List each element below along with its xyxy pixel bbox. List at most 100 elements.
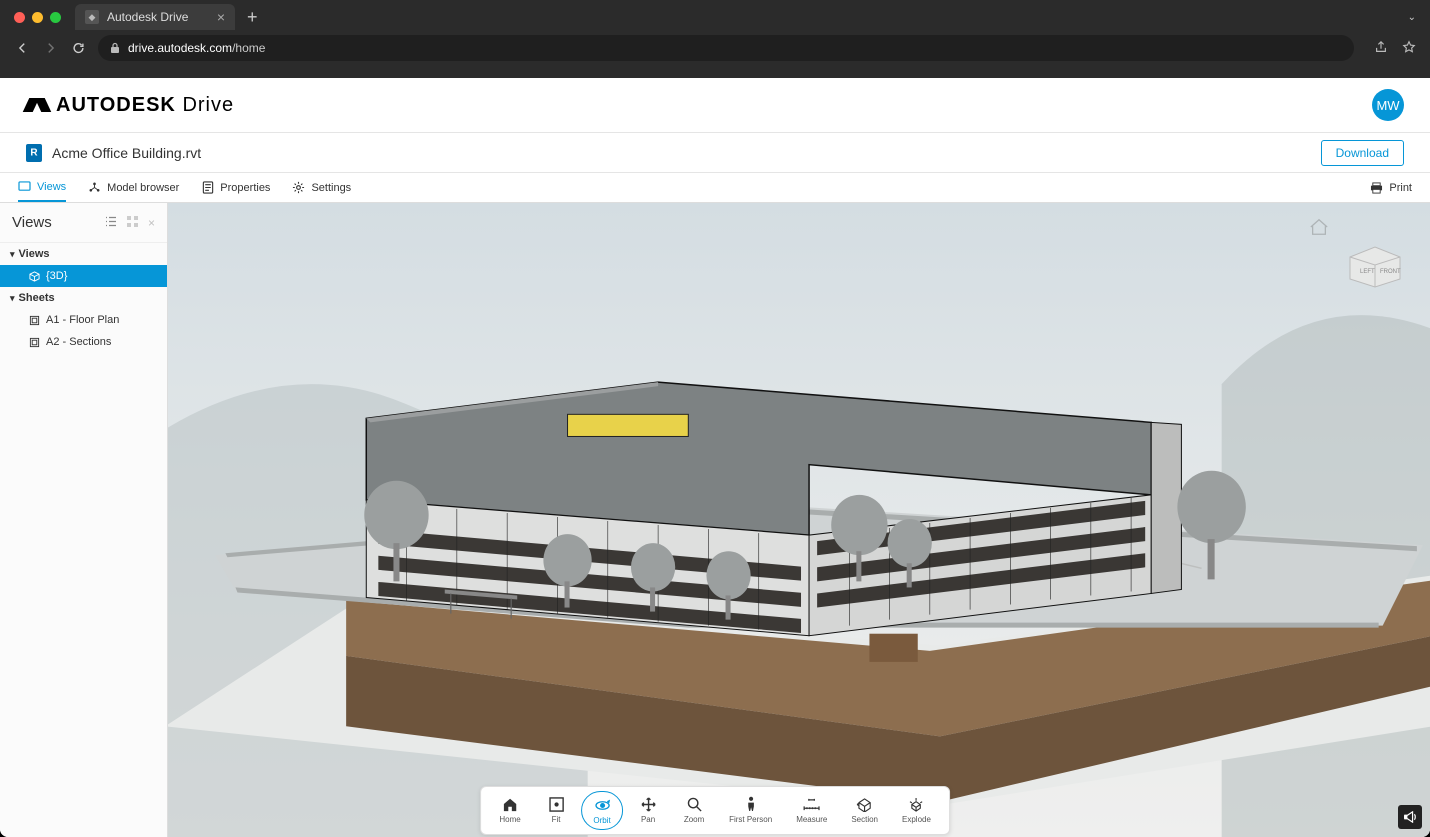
tool-first-person[interactable]: First Person xyxy=(719,791,782,830)
favicon-icon: ◆ xyxy=(85,10,99,24)
tree-group-sheets[interactable]: ▾ Sheets xyxy=(0,287,167,309)
svg-text:LEFT: LEFT xyxy=(1360,269,1375,275)
tab-properties-label: Properties xyxy=(220,182,270,194)
svg-text:FRONT: FRONT xyxy=(1380,269,1401,275)
person-icon xyxy=(742,795,760,813)
brand-text: AUTODESK Drive xyxy=(56,94,234,117)
cube-icon xyxy=(28,270,40,282)
tab-settings-label: Settings xyxy=(311,182,351,194)
minimize-window-button[interactable] xyxy=(32,12,43,23)
bottom-toolbar: Home Fit Orbit Pan Zoom First Person xyxy=(480,786,950,835)
measure-icon xyxy=(803,795,821,813)
new-tab-button[interactable]: + xyxy=(247,7,258,28)
tool-section-label: Section xyxy=(851,815,878,824)
close-window-button[interactable] xyxy=(14,12,25,23)
tree-group-views-label: Views xyxy=(19,248,50,260)
tool-pan[interactable]: Pan xyxy=(627,791,669,830)
avatar[interactable]: MW xyxy=(1372,89,1404,121)
sidebar-header: Views × xyxy=(0,203,167,243)
pan-icon xyxy=(639,795,657,813)
gear-icon xyxy=(292,181,305,194)
tab-settings[interactable]: Settings xyxy=(292,173,351,202)
tool-pan-label: Pan xyxy=(641,815,655,824)
tool-home[interactable]: Home xyxy=(489,791,531,830)
caret-down-icon: ▾ xyxy=(10,249,15,260)
tab-print-label: Print xyxy=(1389,182,1412,194)
tool-fit-label: Fit xyxy=(552,815,561,824)
tab-print[interactable]: Print xyxy=(1370,173,1412,202)
views-icon xyxy=(18,180,31,193)
browser-tab-title: Autodesk Drive xyxy=(107,10,188,24)
brand[interactable]: AUTODESK Drive xyxy=(26,94,234,117)
model-browser-icon xyxy=(88,181,101,194)
fit-icon xyxy=(547,795,565,813)
sheet-icon xyxy=(28,314,40,326)
tree-item-a1[interactable]: A1 - Floor Plan xyxy=(0,309,167,331)
bookmark-icon[interactable] xyxy=(1402,40,1416,57)
close-sidebar-icon[interactable]: × xyxy=(148,216,155,230)
address-bar-actions xyxy=(1374,40,1416,57)
tab-properties[interactable]: Properties xyxy=(201,173,270,202)
tool-measure-label: Measure xyxy=(796,815,827,824)
tree-group-sheets-label: Sheets xyxy=(19,292,55,304)
tab-model-browser[interactable]: Model browser xyxy=(88,173,179,202)
tool-zoom[interactable]: Zoom xyxy=(673,791,715,830)
tool-orbit-label: Orbit xyxy=(593,816,610,825)
viewcube-home-icon[interactable] xyxy=(1308,217,1330,240)
lock-icon xyxy=(110,42,120,54)
tool-home-label: Home xyxy=(499,815,520,824)
tree-item-3d-label: {3D} xyxy=(46,270,67,282)
sidebar: Views × ▾ Views {3D} ▾ Sheets xyxy=(0,203,168,837)
tool-measure[interactable]: Measure xyxy=(786,791,837,830)
tab-close-icon[interactable]: × xyxy=(217,9,225,25)
back-button[interactable] xyxy=(14,41,30,55)
scene-illustration xyxy=(168,203,1430,837)
reload-button[interactable] xyxy=(70,41,86,55)
tool-section[interactable]: Section xyxy=(841,791,888,830)
home-icon xyxy=(501,795,519,813)
print-icon xyxy=(1370,181,1383,194)
browser-tab[interactable]: ◆ Autodesk Drive × xyxy=(75,4,235,30)
sidebar-title: Views xyxy=(12,214,52,231)
orbit-icon xyxy=(593,796,611,814)
tree-group-views[interactable]: ▾ Views xyxy=(0,243,167,265)
list-view-icon[interactable] xyxy=(105,216,117,230)
toolbar-tabs: Views Model browser Properties Settings … xyxy=(0,173,1430,203)
zoom-icon xyxy=(685,795,703,813)
viewport-3d[interactable]: LEFT FRONT xyxy=(168,203,1430,837)
revit-file-icon xyxy=(26,144,42,162)
caret-down-icon: ▾ xyxy=(10,293,15,304)
window-controls xyxy=(14,12,61,23)
tool-orbit[interactable]: Orbit xyxy=(581,791,623,830)
download-button[interactable]: Download xyxy=(1321,140,1404,166)
viewcube[interactable]: LEFT FRONT xyxy=(1340,239,1410,289)
tool-fit[interactable]: Fit xyxy=(535,791,577,830)
grid-view-icon[interactable] xyxy=(127,216,138,230)
tool-explode[interactable]: Explode xyxy=(892,791,941,830)
browser-chrome: ◆ Autodesk Drive × + ⌄ drive.autodesk.co… xyxy=(0,0,1430,78)
app: AUTODESK Drive MW Acme Office Building.r… xyxy=(0,78,1430,837)
file-bar: Acme Office Building.rvt Download xyxy=(0,133,1430,173)
forward-button[interactable] xyxy=(42,41,58,55)
tool-explode-label: Explode xyxy=(902,815,931,824)
explode-icon xyxy=(907,795,925,813)
share-icon[interactable] xyxy=(1374,40,1388,57)
maximize-window-button[interactable] xyxy=(50,12,61,23)
announcements-button[interactable] xyxy=(1398,805,1422,829)
file-name: Acme Office Building.rvt xyxy=(52,145,201,161)
tab-views[interactable]: Views xyxy=(18,173,66,202)
tree-item-a2[interactable]: A2 - Sections xyxy=(0,331,167,353)
app-header: AUTODESK Drive MW xyxy=(0,78,1430,133)
tree-item-3d[interactable]: {3D} xyxy=(0,265,167,287)
tab-views-label: Views xyxy=(37,181,66,193)
properties-icon xyxy=(201,181,214,194)
tool-zoom-label: Zoom xyxy=(684,815,704,824)
tabs-dropdown-icon[interactable]: ⌄ xyxy=(1408,12,1416,23)
url-text: drive.autodesk.com/home xyxy=(128,41,265,55)
section-icon xyxy=(856,795,874,813)
address-bar[interactable]: drive.autodesk.com/home xyxy=(98,35,1354,61)
tool-first-person-label: First Person xyxy=(729,815,772,824)
autodesk-logo-icon xyxy=(26,98,48,112)
address-bar-row: drive.autodesk.com/home xyxy=(0,30,1430,66)
tab-model-browser-label: Model browser xyxy=(107,182,179,194)
